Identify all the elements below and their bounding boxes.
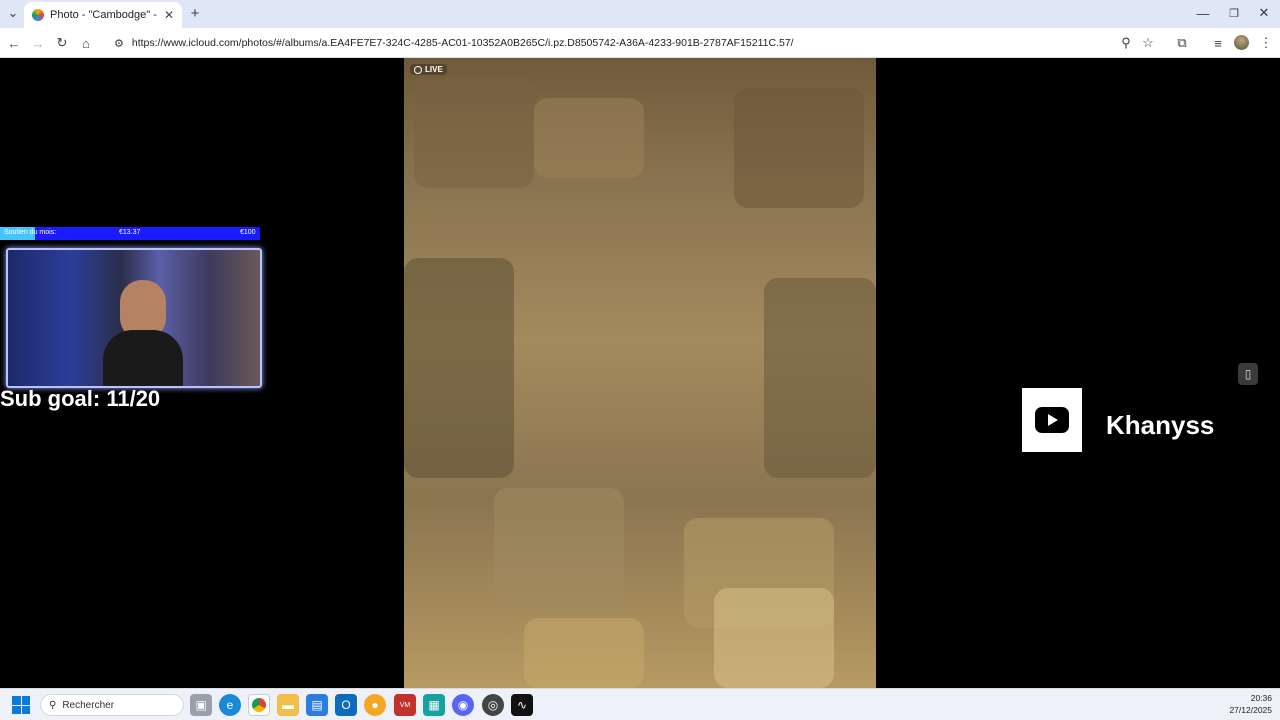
- forward-arrow-icon[interactable]: →: [30, 35, 46, 51]
- browser-toolbar: ← → ↻ ⌂ ⚙ https://www.icloud.com/photos/…: [0, 28, 1280, 58]
- media-controls-icon[interactable]: ≡: [1210, 35, 1226, 51]
- edge-browser-icon[interactable]: e: [219, 694, 241, 716]
- task-view-icon[interactable]: ▣: [190, 694, 212, 716]
- browser-tab[interactable]: Photo - "Cambodge" - iCloud F ✕: [24, 2, 182, 28]
- outlook-icon[interactable]: O: [335, 694, 357, 716]
- icloud-photos-favicon-icon: [32, 9, 44, 21]
- new-tab-button[interactable]: +: [188, 5, 202, 22]
- extensions-icon[interactable]: ⧉: [1174, 35, 1190, 51]
- clock-date: 27/12/2025: [1229, 705, 1272, 715]
- tab-search-dropdown-icon[interactable]: ⌄: [6, 5, 20, 20]
- app-icon-dark[interactable]: ∿: [511, 694, 533, 716]
- sub-goal-text: Sub goal: 11/20: [0, 386, 161, 411]
- close-window-button[interactable]: ✕: [1257, 5, 1271, 20]
- channel-name: Khanyss: [1106, 410, 1215, 440]
- bookmark-star-icon[interactable]: ☆: [1140, 35, 1156, 51]
- taskbar-search[interactable]: ⚲ Rechercher: [40, 694, 184, 716]
- streamer-body: [103, 330, 183, 386]
- live-photo-badge[interactable]: LIVE: [410, 64, 447, 75]
- search-icon: ⚲: [49, 699, 57, 711]
- search-placeholder: Rechercher: [62, 699, 115, 711]
- goal-label: Soutien du mois:: [4, 229, 57, 236]
- close-tab-icon[interactable]: ✕: [164, 8, 174, 22]
- tab-strip: ⌄ Photo - "Cambodge" - iCloud F ✕ + — ❐ …: [0, 0, 1280, 28]
- discord-icon[interactable]: ◉: [452, 694, 474, 716]
- live-photo-icon: [414, 65, 422, 74]
- back-arrow-icon[interactable]: ←: [6, 35, 22, 51]
- temple-photo: LIVE: [404, 58, 876, 688]
- minimize-button[interactable]: —: [1196, 6, 1210, 21]
- app-icon-orange[interactable]: ●: [364, 694, 386, 716]
- more-menu-icon[interactable]: ⋮: [1258, 35, 1274, 51]
- tab-title: Photo - "Cambodge" - iCloud F: [50, 9, 158, 21]
- windows-taskbar: ⚲ Rechercher ▣ e ▬ ▤ O ● VM ▦ ◉ ◎ ∿ 20:3…: [0, 688, 1280, 720]
- home-icon[interactable]: ⌂: [78, 35, 94, 51]
- obs-studio-icon[interactable]: ◎: [482, 694, 504, 716]
- reload-icon[interactable]: ↻: [54, 35, 70, 51]
- voicemeeter-icon[interactable]: VM: [394, 694, 416, 716]
- restore-button[interactable]: ❐: [1227, 6, 1241, 20]
- goal-target: €100: [240, 229, 256, 236]
- chrome-browser-icon[interactable]: [248, 694, 270, 716]
- site-info-icon[interactable]: ⚙: [114, 37, 124, 50]
- donation-goal-bar: Soutien du mois: €13.37 €100: [0, 227, 260, 240]
- address-bar[interactable]: ⚙ https://www.icloud.com/photos/#/albums…: [106, 31, 1166, 55]
- microsoft-store-icon[interactable]: ▤: [306, 694, 328, 716]
- zoom-icon[interactable]: ⚲: [1118, 35, 1134, 51]
- side-panel-toggle-button[interactable]: ▯: [1238, 363, 1258, 385]
- app-icon-teal[interactable]: ▦: [423, 694, 445, 716]
- photo-viewer: LIVE Soutien du mois: €13.37 €100 Sub go…: [0, 58, 1280, 688]
- file-explorer-icon[interactable]: ▬: [277, 694, 299, 716]
- goal-current: €13.37: [119, 229, 141, 236]
- live-label: LIVE: [425, 65, 443, 74]
- clock-time: 20:36: [1250, 693, 1272, 703]
- profile-avatar[interactable]: [1234, 35, 1249, 50]
- windows-start-icon[interactable]: [12, 696, 30, 714]
- url-text: https://www.icloud.com/photos/#/albums/a…: [131, 37, 794, 49]
- youtube-logo-icon: [1022, 388, 1082, 452]
- system-clock[interactable]: 20:36 27/12/2025: [1229, 692, 1272, 716]
- webcam-feed: [6, 248, 262, 388]
